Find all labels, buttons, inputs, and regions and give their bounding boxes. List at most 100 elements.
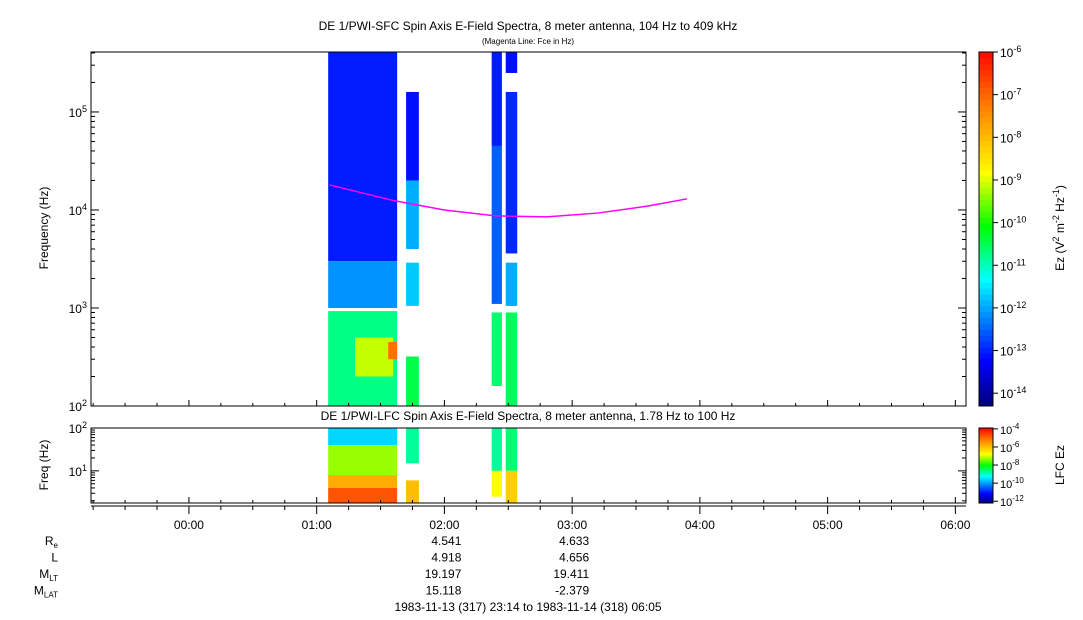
spectral-block [505, 470, 518, 503]
colorbar-segment [979, 347, 993, 354]
ephemeris-value: 4.633 [559, 534, 589, 548]
spectral-block [491, 428, 502, 471]
ephemeris-row-label: MLAT [34, 584, 58, 600]
x-tick-label: 03:00 [557, 518, 587, 532]
y-tick-label: 105 [69, 104, 87, 120]
colorbar-segment [979, 223, 993, 230]
colorbar-tick-label: 10-12 [1000, 300, 1026, 316]
y-tick-label: 102 [69, 398, 87, 414]
colorbar-segment [979, 317, 993, 324]
spectral-block [406, 428, 419, 464]
colorbar-segment [979, 341, 993, 348]
colorbar-segment [979, 63, 993, 71]
spectral-block [328, 52, 398, 262]
colorbar-segment [979, 111, 993, 118]
bottom-panel-title: DE 1/PWI-LFC Spin Axis E-Field Spectra, … [321, 409, 736, 423]
colorbar-segment [979, 282, 993, 289]
colorbar-tick-label: 10-6 [1000, 44, 1021, 60]
colorbar-tick-label: 10-8 [1000, 458, 1020, 473]
spectral-block [406, 91, 419, 181]
colorbar-segment [979, 270, 993, 277]
spectral-block [328, 261, 398, 308]
x-tick-label: 00:00 [174, 518, 204, 532]
colorbar-segment [979, 181, 993, 189]
time-range-label: 1983-11-13 (317) 23:14 to 1983-11-14 (31… [394, 600, 661, 614]
colorbar-segment [979, 305, 993, 313]
spectral-block [505, 91, 518, 254]
bottom-colorbar-label: LFC Ez [1053, 445, 1067, 485]
colorbar-segment [979, 211, 993, 218]
colorbar-segment [979, 105, 993, 112]
ephemeris-value: 19.411 [553, 567, 589, 581]
spectrogram-figure: DE 1/PWI-SFC Spin Axis E-Field Spectra, … [0, 0, 1083, 620]
colorbar-tick-label: 10-12 [1000, 494, 1024, 509]
spectral-block [505, 428, 518, 471]
x-tick-label: 06:00 [940, 518, 970, 532]
y-tick-label: 102 [69, 420, 87, 436]
colorbar-segment [979, 229, 993, 236]
colorbar-segment [979, 93, 993, 100]
spectral-block [491, 470, 502, 497]
top-y-axis-label: Frequency (Hz) [37, 187, 51, 270]
ephemeris-row-label: MLT [39, 567, 58, 583]
colorbar-segment [979, 199, 993, 206]
spectral-block [328, 445, 398, 476]
spectral-block [328, 475, 398, 488]
colorbar-segment [979, 146, 993, 153]
colorbar-segment [979, 170, 993, 177]
colorbar-segment [979, 323, 993, 330]
colorbar-segment [979, 382, 993, 389]
colorbar-segment [979, 122, 993, 130]
spectral-block [354, 337, 394, 377]
colorbar-segment [979, 128, 993, 136]
colorbar-segment [979, 299, 993, 307]
colorbar-segment [979, 288, 993, 295]
ephemeris-value: 4.918 [431, 551, 461, 565]
ephemeris-row-label: L [51, 551, 58, 565]
colorbar-segment [979, 276, 993, 283]
colorbar-tick-label: 10-11 [1000, 257, 1026, 273]
colorbar-segment [979, 293, 993, 301]
y-tick-label: 104 [69, 202, 87, 218]
y-tick-label: 101 [69, 463, 87, 479]
top-panel-title: DE 1/PWI-SFC Spin Axis E-Field Spectra, … [319, 19, 738, 33]
top-colorbar-label: Ez (V2 m-2 Hz-1) [1051, 185, 1067, 271]
colorbar-segment [979, 205, 993, 212]
ephemeris-value: 4.541 [431, 534, 461, 548]
colorbar-tick-label: 10-7 [1000, 87, 1021, 103]
spectral-block [406, 262, 419, 306]
ephemeris-value: 19.197 [425, 567, 462, 581]
colorbar-tick-label: 10-9 [1000, 172, 1021, 188]
bottom-y-axis-label: Freq (Hz) [37, 440, 51, 491]
bottom-panel-frame [90, 427, 967, 504]
colorbar-segment [979, 258, 993, 265]
colorbar-segment [979, 158, 993, 165]
colorbar-segment [979, 164, 993, 171]
spectral-block [491, 52, 502, 146]
x-tick-label: 02:00 [429, 518, 459, 532]
ephemeris-row-label: Re [45, 534, 59, 550]
spectral-block [505, 312, 518, 406]
colorbar-segment [979, 388, 993, 395]
top-panel-subtitle: (Magenta Line: Fce in Hz) [482, 37, 574, 46]
spectral-block [388, 341, 398, 360]
colorbar-segment [979, 87, 993, 94]
x-tick-label: 04:00 [685, 518, 715, 532]
colorbar-segment [979, 217, 993, 224]
colorbar-segment [979, 370, 993, 377]
colorbar-segment [979, 140, 993, 147]
colorbar-segment [979, 81, 993, 88]
colorbar-tick-label: 10-10 [1000, 215, 1026, 231]
colorbar-segment [979, 352, 993, 360]
top-panel-frame [90, 51, 967, 407]
colorbar-segment [979, 329, 993, 336]
colorbar-segment [979, 252, 993, 259]
y-tick-label: 103 [69, 300, 87, 316]
spectral-block [328, 487, 398, 503]
colorbar-segment [979, 358, 993, 366]
spectral-block [505, 262, 518, 306]
colorbar-segment [979, 240, 993, 248]
x-tick-label: 05:00 [813, 518, 843, 532]
colorbar-tick-label: 10-13 [1000, 343, 1026, 359]
colorbar-segment [979, 311, 993, 318]
